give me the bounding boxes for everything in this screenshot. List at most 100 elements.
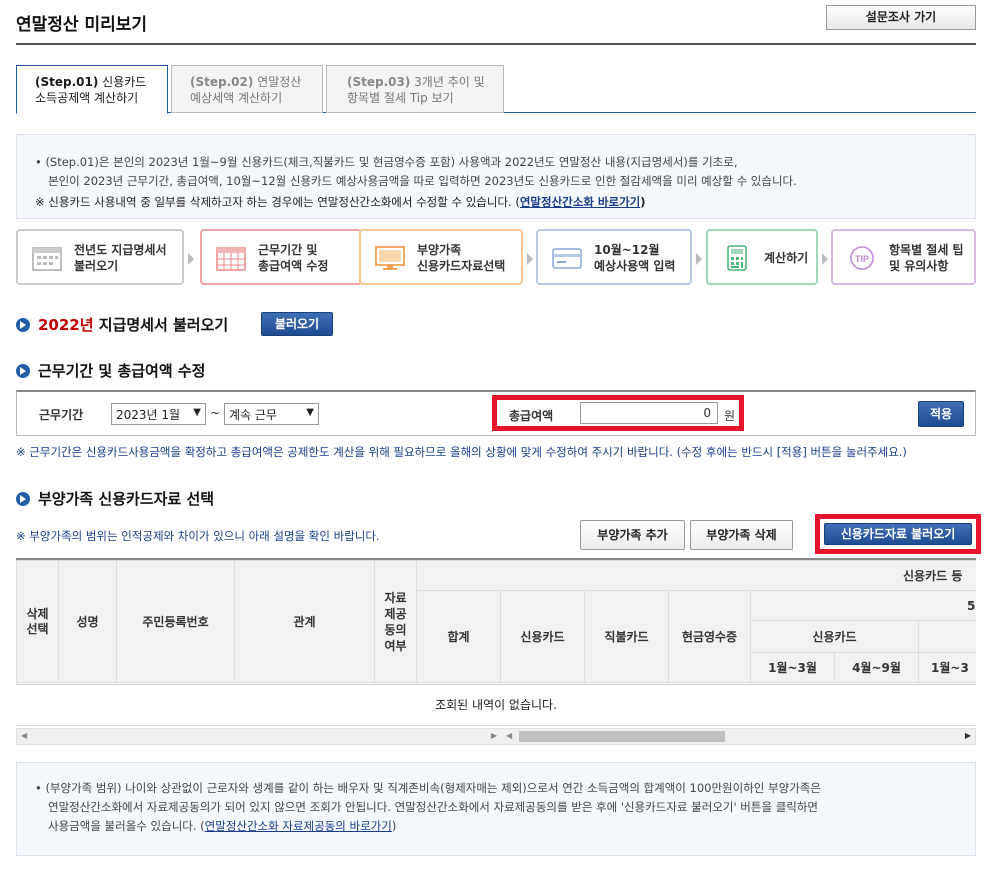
- info-line2: 본인이 2023년 근무기간, 총급여액, 10월~12월 신용카드 예상사용금…: [48, 174, 797, 188]
- scroll-right-small-icon[interactable]: ▶: [491, 731, 497, 740]
- col-credit: 신용카드: [500, 590, 585, 683]
- salary-label: 총급여액: [509, 409, 554, 423]
- step-label: 예상사용액 입력: [594, 259, 676, 273]
- step-label: 10월~12월: [594, 243, 660, 257]
- tip-icon: TIP: [850, 246, 874, 270]
- card-icon: [552, 248, 582, 269]
- scrollbar-thumb[interactable]: [519, 731, 725, 742]
- scroll-right-icon[interactable]: ▶: [965, 731, 971, 740]
- section-title: 지급명세서 불러오기: [93, 316, 229, 334]
- tab-step-02[interactable]: (Step.02) 연말정산 예상세액 계산하기: [171, 65, 323, 113]
- section-dependents: 부양가족 신용카드자료 선택: [16, 488, 214, 509]
- step-calculate[interactable]: 계산하기: [706, 229, 828, 285]
- col-total: 합계: [416, 590, 501, 683]
- add-dependent-button[interactable]: 부양가족 추가: [580, 520, 685, 550]
- step-label: 근무기간 및: [258, 243, 318, 257]
- section-title: 근무기간 및 총급여액 수정: [38, 362, 206, 380]
- horizontal-scrollbar[interactable]: ◀ ▶ ◀ ▶: [16, 728, 976, 745]
- chevron-down-icon: ▼: [306, 407, 314, 418]
- work-period-form: 근무기간 2023년 1월 ▼ ~ 계속 근무 ▼ 총급여액 0 원 적용: [16, 390, 976, 436]
- col-debit: 직불카드: [584, 590, 669, 683]
- page-header: 연말정산 미리보기 설문조사 가기: [16, 0, 976, 45]
- tab-step-label: (Step.01): [35, 75, 99, 89]
- scroll-left-small-icon[interactable]: ◀: [506, 731, 512, 740]
- delete-dependent-button[interactable]: 부양가족 삭제: [690, 520, 793, 550]
- col-group-sub: 5: [749, 590, 976, 621]
- col-cash: 현금영수증: [668, 590, 751, 683]
- step-edit-period[interactable]: 근무기간 및총급여액 수정: [200, 229, 372, 285]
- step-label: 총급여액 수정: [258, 259, 329, 273]
- arrow-right-icon: [696, 253, 702, 265]
- employment-status-select[interactable]: 계속 근무 ▼: [224, 403, 319, 425]
- consent-link[interactable]: 연말정산간소화 자료제공동의 바로가기: [205, 819, 392, 833]
- scroll-left-icon[interactable]: ◀: [21, 731, 27, 740]
- load-card-highlight: 신용카드자료 불러오기: [815, 514, 981, 554]
- col-month-1-3-next: 1월~3: [917, 652, 976, 683]
- empty-message: 조회된 내역이 없습니다.: [16, 684, 976, 726]
- step-label: 전년도 지급명세서: [74, 243, 167, 257]
- bullet-arrow-icon: [16, 318, 30, 332]
- survey-button[interactable]: 설문조사 가기: [826, 5, 976, 30]
- step-load-last-year[interactable]: 전년도 지급명세서불러오기: [16, 229, 194, 285]
- salary-unit: 원: [724, 409, 736, 423]
- bottom-line2: 연말정산간소화에서 자료제공동의가 되어 있지 않으면 조회가 안됩니다. 연말…: [48, 800, 819, 814]
- bottom-line3: 사용금액을 불러올수 있습니다. (연말정산간소화 자료제공동의 바로가기): [48, 819, 397, 833]
- tab-step-label: (Step.03): [347, 75, 411, 89]
- apply-button[interactable]: 적용: [918, 401, 964, 427]
- step-tabs: (Step.01) 신용카드 소득공제액 계산하기 (Step.02) 연말정산…: [16, 65, 976, 114]
- page-title: 연말정산 미리보기: [16, 15, 148, 35]
- step-label: 및 유의사항: [889, 259, 949, 273]
- arrow-right-icon: [527, 253, 533, 265]
- process-steps: 전년도 지급명세서불러오기 근무기간 및총급여액 수정 부양가족 신용카드자료선택…: [16, 229, 976, 285]
- dependents-info-box: • (부양가족 범위) 나이와 상관없이 근로자와 생계를 같이 하는 배우자 …: [16, 762, 976, 856]
- step-label: 항목별 절세 팁: [889, 243, 964, 257]
- col-group-card: 신용카드 등: [415, 560, 976, 591]
- monitor-icon: [375, 246, 405, 270]
- col-month-1-3: 1월~3월: [750, 652, 835, 683]
- section-year: 2022년: [38, 316, 94, 334]
- col-month-4-9: 4월~9월: [834, 652, 919, 683]
- load-card-data-button[interactable]: 신용카드자료 불러오기: [824, 523, 972, 545]
- info-line1: • (Step.01)은 본인의 2023년 1월~9월 신용카드(체크,직불카…: [35, 155, 738, 169]
- load-statement-button[interactable]: 불러오기: [261, 312, 333, 336]
- calendar-icon: [32, 247, 62, 271]
- col-delete-select: 삭제선택: [16, 560, 59, 683]
- section-load-statement: 2022년 지급명세서 불러오기: [16, 314, 228, 335]
- info-note: ※ 신용카드 사용내역 중 일부를 삭제하고자 하는 경우에는 연말정산간소화에…: [35, 195, 646, 209]
- tab-line1: 3개년 추이 및: [414, 75, 485, 89]
- bottom-line1: • (부양가족 범위) 나이와 상관없이 근로자와 생계를 같이 하는 배우자 …: [35, 781, 821, 795]
- section-title: 부양가족 신용카드자료 선택: [38, 490, 215, 508]
- tab-step-label: (Step.02): [190, 75, 254, 89]
- col-consent: 자료제공동의여부: [374, 560, 417, 683]
- calculator-icon: [727, 245, 747, 271]
- salary-highlight: 총급여액 0 원: [492, 395, 744, 431]
- step-tips[interactable]: TIP 항목별 절세 팁및 유의사항: [831, 229, 976, 285]
- step-select-dependents[interactable]: 부양가족 신용카드자료선택: [359, 229, 533, 285]
- tab-line1: 신용카드: [102, 75, 147, 89]
- col-name: 성명: [58, 560, 117, 683]
- tab-step-01[interactable]: (Step.01) 신용카드 소득공제액 계산하기: [16, 65, 168, 114]
- dependents-note: ※ 부양가족의 범위는 인적공제와 차이가 있으니 아래 설명을 확인 바랍니다…: [16, 529, 380, 543]
- salary-input[interactable]: 0: [580, 402, 718, 424]
- period-tilde: ~: [210, 406, 221, 420]
- col-relation: 관계: [234, 560, 375, 683]
- work-period-note: ※ 근무기간은 신용카드사용금액을 확정하고 총급여액은 공제한도 계산을 위해…: [16, 445, 907, 459]
- chevron-down-icon: ▼: [193, 407, 201, 418]
- simplified-service-link[interactable]: 연말정산간소화 바로가기: [520, 195, 640, 209]
- step-label: 계산하기: [764, 251, 809, 265]
- step-label: 불러오기: [74, 259, 119, 273]
- tab-step-03[interactable]: (Step.03) 3개년 추이 및 항목별 절세 Tip 보기: [326, 65, 504, 113]
- period-label: 근무기간: [39, 408, 84, 422]
- step-enter-forecast[interactable]: 10월~12월예상사용액 입력: [536, 229, 702, 285]
- dependents-table: 삭제선택 성명 주민등록번호 관계 자료제공동의여부 신용카드 등 합계 신용카…: [16, 558, 976, 684]
- col-empty: [917, 620, 976, 653]
- arrow-right-icon: [822, 253, 828, 265]
- col-credit-2: 신용카드: [750, 620, 919, 653]
- bullet-arrow-icon: [16, 364, 30, 378]
- step-label: 신용카드자료선택: [417, 259, 506, 273]
- svg-text:TIP: TIP: [855, 254, 869, 264]
- start-month-select[interactable]: 2023년 1월 ▼: [111, 403, 206, 425]
- section-work-period: 근무기간 및 총급여액 수정: [16, 360, 205, 381]
- calendar-grid-icon: [216, 247, 246, 271]
- tab-line2: 항목별 절세 Tip 보기: [347, 91, 454, 105]
